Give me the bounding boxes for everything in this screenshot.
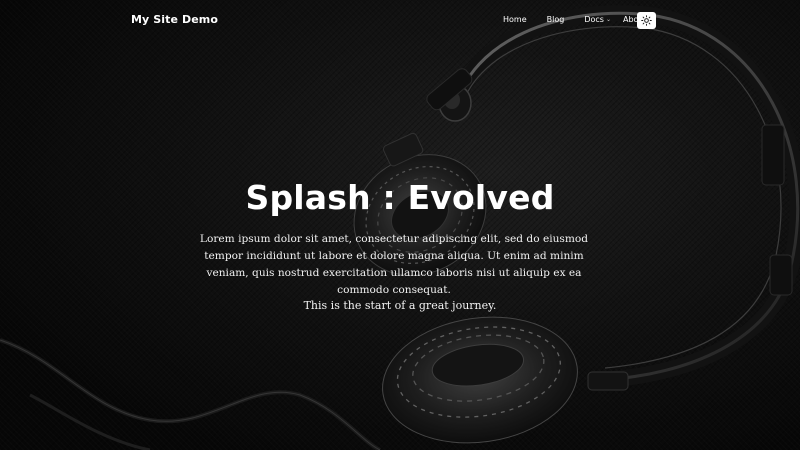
nav-home-link[interactable]: Home [503, 15, 527, 24]
navbar: My Site Demo Home Blog Docs ⌄ About [0, 0, 800, 40]
site-brand[interactable]: My Site Demo [131, 13, 218, 26]
hero-title: Splash : Evolved [245, 178, 555, 217]
theme-toggle-button[interactable] [637, 12, 656, 29]
nav-docs-dropdown[interactable]: Docs ⌄ [584, 15, 611, 24]
hero-lead-text: Lorem ipsum dolor sit amet, consectetur … [199, 233, 589, 296]
hero-overlay [0, 0, 800, 450]
hero-section: My Site Demo Home Blog Docs ⌄ About Spla… [0, 0, 800, 450]
nav-docs-label: Docs [584, 15, 604, 24]
chevron-down-icon: ⌄ [605, 16, 611, 23]
nav-blog-link[interactable]: Blog [547, 15, 565, 24]
hero-subtitle: This is the start of a great journey. [303, 299, 497, 312]
sun-icon [641, 15, 652, 26]
